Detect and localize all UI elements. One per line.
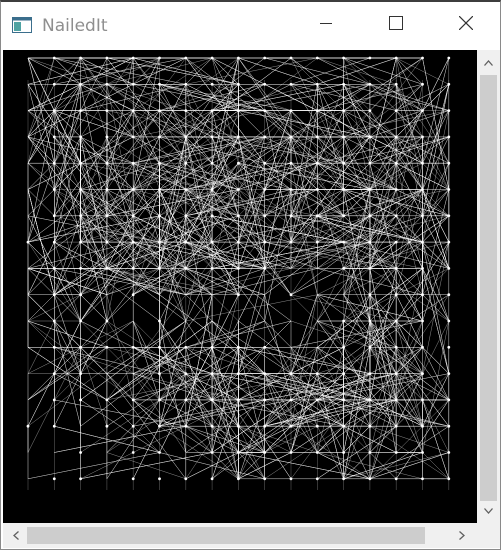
chevron-up-icon[interactable] xyxy=(480,54,497,71)
vertical-scroll-thumb[interactable] xyxy=(480,75,497,501)
close-icon xyxy=(458,15,474,35)
close-button[interactable] xyxy=(443,2,489,48)
chevron-right-icon[interactable] xyxy=(453,527,470,544)
chevron-left-icon[interactable] xyxy=(7,527,24,544)
string-art-drawing xyxy=(26,56,451,490)
minimize-button[interactable] xyxy=(303,2,349,48)
chevron-down-icon[interactable] xyxy=(480,502,497,519)
window-title: NailedIt xyxy=(42,16,108,36)
minimize-icon xyxy=(320,16,332,34)
app-window-icon xyxy=(12,17,32,33)
vertical-scrollbar[interactable] xyxy=(477,50,500,523)
maximize-icon xyxy=(389,15,403,35)
scrollbar-corner xyxy=(477,523,500,548)
horizontal-scrollbar[interactable] xyxy=(3,523,477,548)
maximize-button[interactable] xyxy=(373,2,419,48)
horizontal-scroll-thumb[interactable] xyxy=(27,527,425,544)
app-window: NailedIt xyxy=(0,0,501,550)
title-bar[interactable]: NailedIt xyxy=(1,2,500,48)
string-art-canvas[interactable] xyxy=(3,50,477,523)
